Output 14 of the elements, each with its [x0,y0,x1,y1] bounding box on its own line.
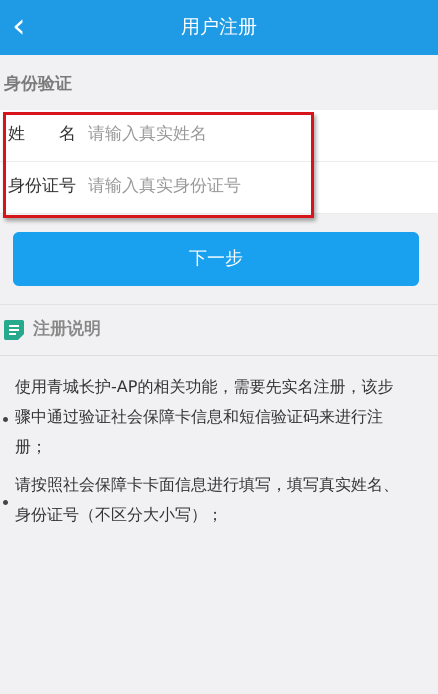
input-field[interactable]: 请输入真实姓名 [88,122,388,148]
section-title: 身份验证 [3,73,73,96]
field-label: 身份证号 [7,175,77,198]
page-title: 用户注册 [181,15,257,40]
notes-title: 注册说明 [33,318,101,341]
note-text: 使用青城长护-AP的相关功能，需要先实名注册，该步骤中通过验证社会保障卡信息和短信验证码来进行注册； [15,376,394,456]
field-label: 姓 名 [7,123,77,146]
note-icon [3,318,25,340]
back-button[interactable]: ‹ [8,6,30,46]
input-field[interactable]: 请输入真实身份证号 [88,174,388,200]
bullet-icon [3,416,8,422]
note-text: 请按照社会保障卡卡面信息进行填写，填写真实姓名、身份证号（不区分大小写）； [15,474,399,524]
next-button[interactable]: 下一步 [13,232,419,286]
bullet-icon [3,500,8,504]
